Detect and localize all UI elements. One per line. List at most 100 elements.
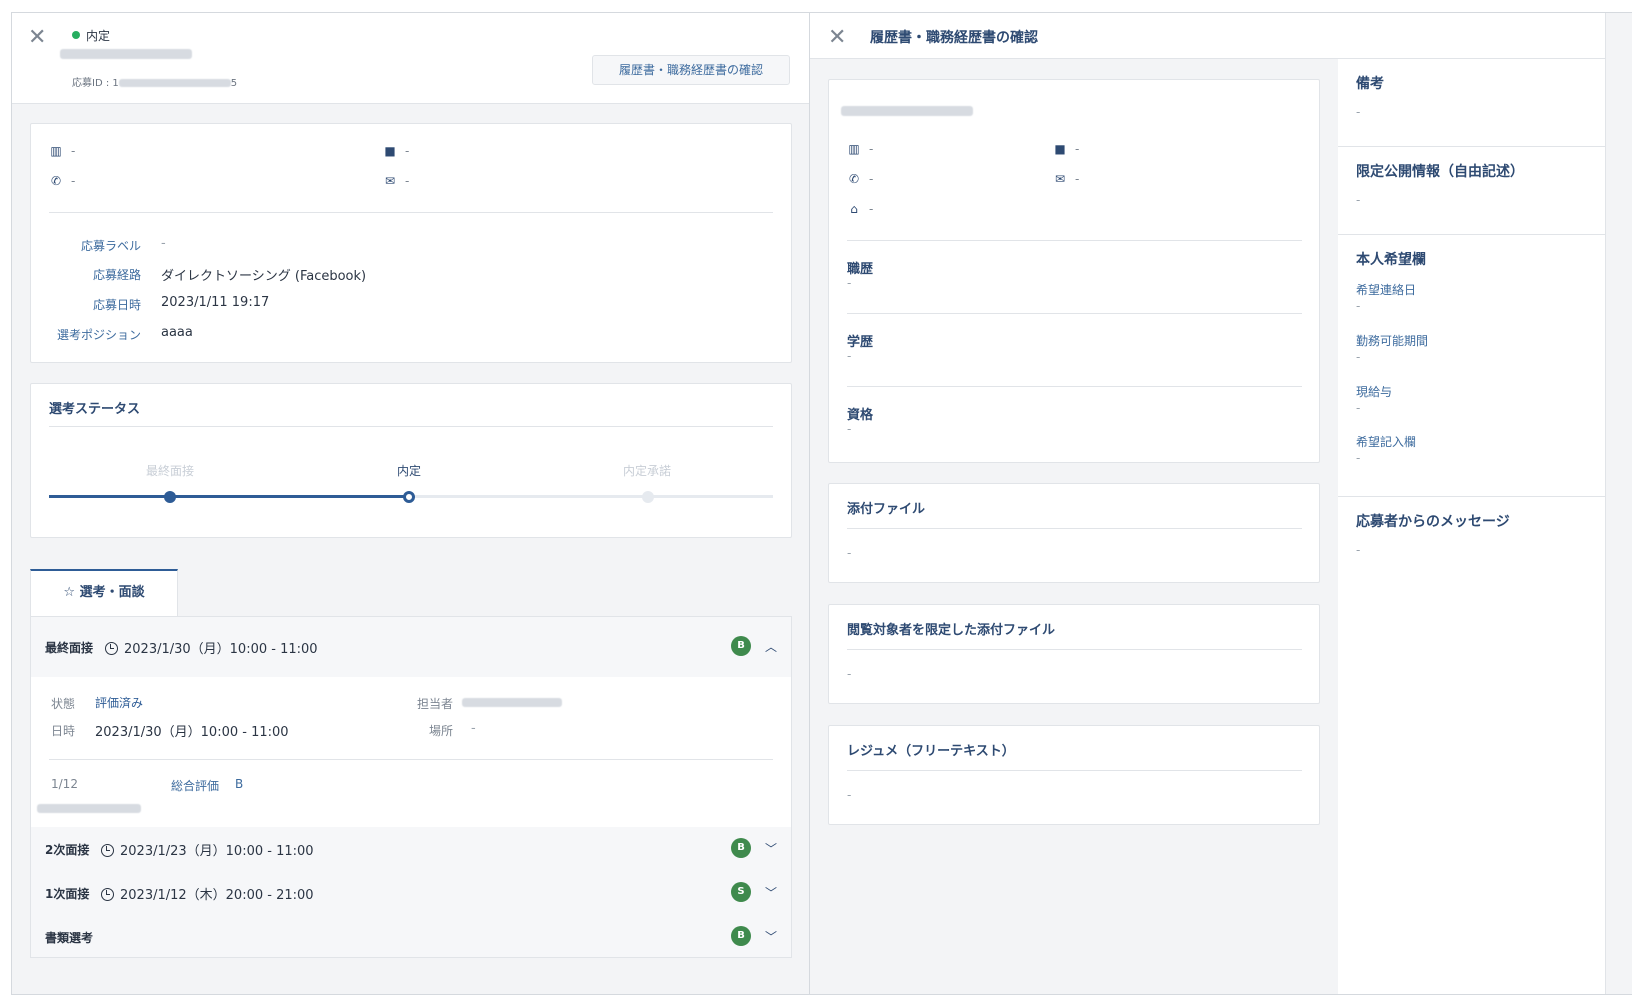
- divider: [847, 240, 1302, 241]
- applicant-header: ✕ 内定 応募ID : 15 履歴書・職務経歴書の確認: [12, 13, 809, 104]
- attachments-title: 添付ファイル: [847, 502, 926, 517]
- clock-icon: [105, 642, 118, 655]
- applicant-name-redacted: [841, 106, 973, 116]
- notes-value: -: [1356, 105, 1361, 119]
- wishes-title: 本人希望欄: [1356, 252, 1426, 268]
- interview-name: 書類選考: [45, 931, 94, 945]
- scrollbar[interactable]: [1605, 13, 1632, 994]
- interview-row-final[interactable]: 最終面接 2023/1/30（月）10:00 - 11:00 B ︿: [31, 617, 791, 677]
- resume-check-button[interactable]: 履歴書・職務経歴書の確認: [592, 55, 790, 85]
- interview-list: 最終面接 2023/1/30（月）10:00 - 11:00 B ︿ 状態 評価…: [30, 616, 792, 958]
- company-row: ▥ -: [50, 144, 76, 158]
- resume-freetext-value: -: [847, 788, 852, 802]
- resume-pane: ✕ 履歴書・職務経歴書の確認 ▥ - ■ - ✆ - ✉ - ⌂ - 職歴 - 学歴 - …: [809, 13, 1606, 994]
- detail-place-value: -: [471, 721, 476, 736]
- job-row: ■ -: [1054, 142, 1080, 156]
- phone-icon: ✆: [848, 172, 860, 186]
- interview-row-first[interactable]: 1次面接 2023/1/12（木）20:00 - 21:00 S ﹀: [31, 871, 791, 915]
- close-icon[interactable]: ✕: [828, 27, 846, 49]
- app-frame: ✕ 内定 応募ID : 15 履歴書・職務経歴書の確認 ▥ - ■ - ✆ - ✉ - …: [11, 12, 1632, 995]
- clock-icon: [101, 888, 114, 901]
- applicant-detail-pane: ✕ 内定 応募ID : 15 履歴書・職務経歴書の確認 ▥ - ■ - ✆ - ✉ - …: [12, 13, 809, 994]
- owner-name-redacted: [462, 698, 562, 707]
- phone-row: ✆ -: [848, 172, 874, 186]
- info-value-route: ダイレクトソーシング (Facebook): [161, 269, 367, 284]
- grade-badge: B: [731, 838, 751, 858]
- evaluation-count: 1/12: [51, 777, 78, 791]
- chevron-up-icon[interactable]: ︿: [765, 638, 777, 655]
- info-value-position: aaaa: [161, 325, 193, 340]
- chevron-down-icon[interactable]: ﹀: [765, 884, 777, 901]
- applicant-name-redacted: [60, 49, 192, 59]
- applicant-info-card: ▥ - ■ - ✆ - ✉ - 応募ラベル - 応募経路 ダイレクトソーシング (Fac…: [30, 123, 792, 363]
- message-value: -: [1356, 543, 1361, 557]
- restricted-attachments-value: -: [847, 667, 852, 681]
- message-section: 応募者からのメッセージ -: [1338, 497, 1606, 577]
- restricted-attachments-title: 閲覧対象者を限定した添付ファイル: [847, 623, 1056, 638]
- notes-title: 備考: [1356, 76, 1384, 92]
- step-label-offer: 内定: [396, 464, 421, 478]
- step-node-offer[interactable]: [403, 491, 415, 503]
- chevron-down-icon[interactable]: ﹀: [765, 928, 777, 945]
- detail-state-label: 状態: [51, 697, 76, 711]
- divider: [49, 759, 773, 760]
- wish-value-contact-date: -: [1356, 299, 1361, 313]
- divider: [847, 649, 1302, 650]
- info-label-application-label: 応募ラベル: [80, 239, 141, 253]
- info-label-route: 応募経路: [92, 268, 141, 282]
- clock-icon: [101, 844, 114, 857]
- interview-time: 2023/1/30（月）10:00 - 11:00: [105, 638, 318, 657]
- divider: [847, 770, 1302, 771]
- info-value-application-label: -: [161, 236, 166, 251]
- detail-date-value: 2023/1/30（月）10:00 - 11:00: [95, 725, 289, 740]
- step-label-offer-accepted: 内定承諾: [622, 464, 671, 478]
- building-icon: ▥: [50, 144, 62, 158]
- resume-title: 履歴書・職務経歴書の確認: [870, 30, 1038, 46]
- chevron-down-icon[interactable]: ﹀: [765, 840, 777, 857]
- info-label-position: 選考ポジション: [56, 328, 141, 342]
- info-value-date: 2023/1/11 19:17: [161, 295, 270, 310]
- message-title: 応募者からのメッセージ: [1356, 514, 1510, 530]
- phone-row: ✆ -: [50, 174, 76, 188]
- resume-freetext-card: レジュメ（フリーテキスト） -: [828, 725, 1320, 825]
- wishes-section: 本人希望欄 希望連絡日 - 勤務可能期間 - 現給与 - 希望記入欄 -: [1338, 235, 1606, 497]
- interview-row-document[interactable]: 書類選考 B ﹀: [31, 915, 791, 957]
- divider: [847, 386, 1302, 387]
- evaluator-redacted: [37, 804, 141, 813]
- company-row: ▥ -: [848, 142, 874, 156]
- grade-badge: B: [731, 636, 751, 656]
- tab-selection-interview[interactable]: ☆ 選考・面談: [30, 569, 178, 617]
- job-row: ■ -: [384, 144, 410, 158]
- info-label-date: 応募日時: [92, 298, 141, 312]
- progress-track-empty: [409, 495, 773, 498]
- limited-info-section: 限定公開情報（自由記述） -: [1338, 147, 1606, 235]
- close-icon[interactable]: ✕: [28, 27, 46, 49]
- step-node-final-interview[interactable]: [164, 491, 176, 503]
- wish-value-free-entry: -: [1356, 451, 1361, 465]
- grade-badge: B: [731, 926, 751, 946]
- wish-label-current-salary: 現給与: [1356, 385, 1393, 399]
- interview-row-second[interactable]: 2次面接 2023/1/23（月）10:00 - 11:00 B ﹀: [31, 827, 791, 871]
- restricted-attachments-card: 閲覧対象者を限定した添付ファイル -: [828, 604, 1320, 704]
- briefcase-icon: ■: [1054, 142, 1066, 156]
- attachments-card: 添付ファイル -: [828, 483, 1320, 583]
- status-label: 内定: [86, 29, 111, 43]
- selection-status-card: 選考ステータス 最終面接 内定 内定承諾: [30, 383, 792, 538]
- qualifications-title: 資格: [847, 408, 874, 423]
- work-history-value: -: [847, 276, 852, 290]
- home-icon: ⌂: [850, 202, 858, 216]
- home-row: ⌂ -: [847, 202, 873, 216]
- step-node-offer-accepted[interactable]: [642, 491, 654, 503]
- resume-header: ✕ 履歴書・職務経歴書の確認: [810, 13, 1606, 59]
- selection-status-title: 選考ステータス: [49, 402, 141, 417]
- interview-time: 2023/1/12（木）20:00 - 21:00: [101, 884, 314, 903]
- email-row: ✉ -: [384, 174, 410, 188]
- wish-label-free-entry: 希望記入欄: [1356, 435, 1417, 449]
- detail-place-label: 場所: [429, 724, 454, 738]
- notes-section: 備考 -: [1338, 59, 1606, 147]
- side-column: 備考 - 限定公開情報（自由記述） - 本人希望欄 希望連絡日 - 勤務可能期間…: [1338, 59, 1606, 994]
- overall-evaluation-value: B: [235, 777, 244, 791]
- work-history-title: 職歴: [847, 262, 874, 277]
- progress-track-filled: [49, 495, 409, 498]
- qualifications-value: -: [847, 422, 852, 436]
